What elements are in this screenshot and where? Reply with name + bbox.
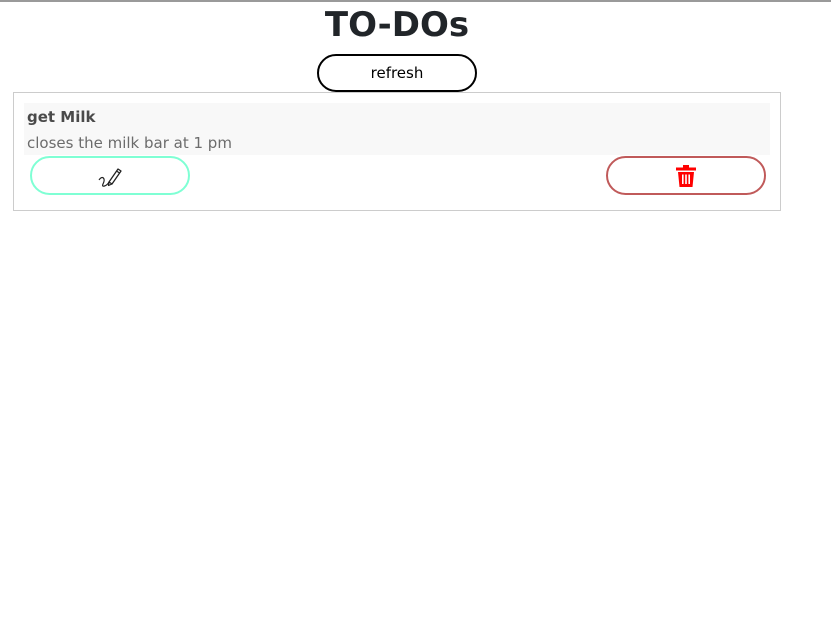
todo-title: get Milk: [27, 108, 96, 126]
top-border: [0, 0, 831, 2]
todo-card: get Milk closes the milk bar at 1 pm: [13, 92, 781, 211]
trash-icon: [676, 164, 696, 187]
refresh-button[interactable]: refresh: [317, 54, 477, 92]
edit-button[interactable]: [30, 156, 190, 195]
delete-button[interactable]: [606, 156, 766, 195]
pencil-icon: [97, 164, 123, 188]
page-title: TO-DOs: [324, 5, 470, 45]
todo-body: get Milk closes the milk bar at 1 pm: [24, 103, 770, 155]
todo-description: closes the milk bar at 1 pm: [27, 134, 232, 152]
